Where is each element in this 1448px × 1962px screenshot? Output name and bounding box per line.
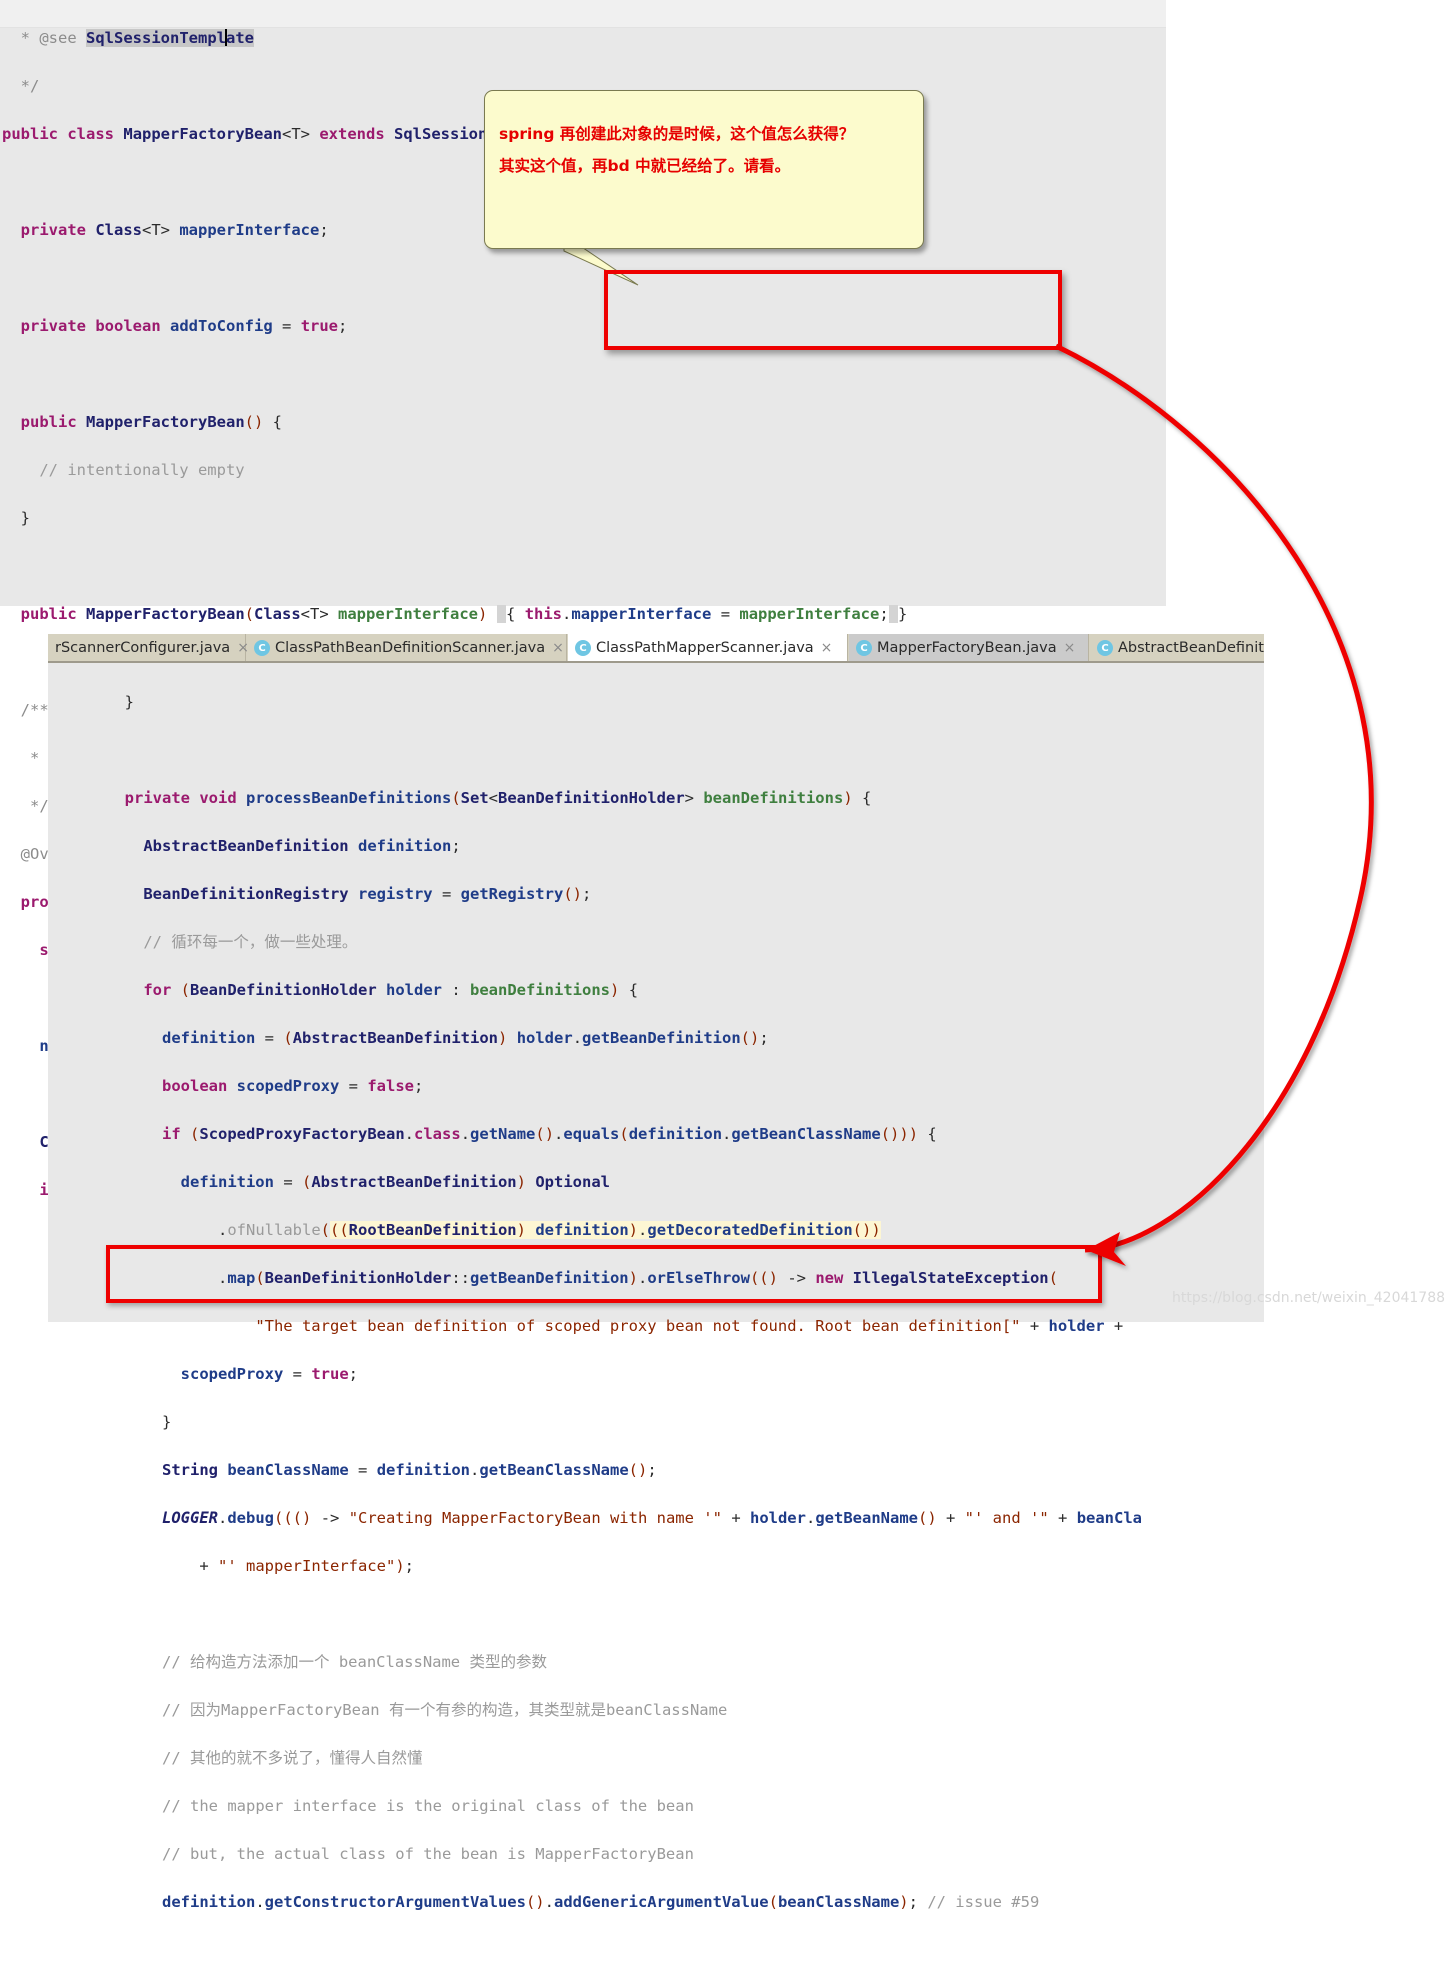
- code-line: AbstractBeanDefinition definition;: [143, 837, 461, 855]
- code-line: // 其他的就不多说了，懂得人自然懂: [162, 1749, 423, 1767]
- code-line: public MapperFactoryBean() {: [20, 413, 283, 431]
- tab-label: ClassPathMapperScanner.java: [596, 640, 814, 656]
- tab-close-icon[interactable]: ×: [552, 640, 564, 656]
- code-line: * @see SqlSessionTemplate: [2, 29, 254, 47]
- class-locked-icon: C: [1097, 640, 1113, 656]
- code-line: definition = (AbstractBeanDefinition) ho…: [162, 1029, 769, 1047]
- highlight-box-constructor: [604, 270, 1062, 350]
- tab-mapperfactorybean[interactable]: C MapperFactoryBean.java ×: [849, 634, 1089, 662]
- code-line: for (BeanDefinitionHolder holder : beanD…: [143, 981, 639, 999]
- code-line: String beanClassName = definition.getBea…: [162, 1461, 657, 1479]
- code-line: + "' mapperInterface");: [199, 1557, 414, 1575]
- code-line: boolean scopedProxy = false;: [162, 1077, 424, 1095]
- bottom-code-editor-panel[interactable]: rScannerConfigurer.java × C ClassPathBea…: [48, 634, 1264, 1911]
- code-line: definition.getConstructorArgumentValues(…: [162, 1893, 1040, 1911]
- code-line: }: [2, 509, 30, 527]
- tab-rscannerconfigurer[interactable]: rScannerConfigurer.java ×: [48, 634, 249, 662]
- code-line: scopedProxy = true;: [180, 1365, 358, 1383]
- class-locked-icon: C: [254, 640, 270, 656]
- code-line: LOGGER.debug((() -> "Creating MapperFact…: [162, 1509, 1143, 1527]
- code-line: // but, the actual class of the bean is …: [162, 1845, 694, 1863]
- tab-close-icon[interactable]: ×: [1064, 640, 1076, 656]
- code-line: private void processBeanDefinitions(Set<…: [124, 789, 872, 807]
- tab-classpathbeandefinitionscanner[interactable]: C ClassPathBeanDefinitionScanner.java ×: [247, 634, 567, 662]
- code-line: .ofNullable(((RootBeanDefinition) defini…: [217, 1221, 881, 1239]
- callout-line-2: 其实这个值，再bd 中就已经给了。请看。: [499, 157, 791, 175]
- tab-label: AbstractBeanDefiniti: [1118, 640, 1264, 656]
- class-icon: C: [575, 640, 591, 656]
- code-line: // the mapper interface is the original …: [162, 1797, 694, 1815]
- callout-line-1: spring 再创建此对象的是时候，这个值怎么获得？: [499, 125, 855, 143]
- annotation-speech-bubble: spring 再创建此对象的是时候，这个值怎么获得？ 其实这个值，再bd 中就已…: [484, 90, 924, 249]
- editor-gutter[interactable]: [48, 663, 76, 1322]
- tab-label: ClassPathBeanDefinitionScanner.java: [275, 640, 546, 656]
- highlight-box-constructor-arg: [106, 1245, 1102, 1303]
- bottom-editor-code[interactable]: } private void processBeanDefinitions(Se…: [76, 666, 1326, 1962]
- code-line: }: [78, 693, 134, 711]
- code-line: if (ScopedProxyFactoryBean.class.getName…: [162, 1125, 937, 1143]
- code-line: }: [162, 1413, 172, 1431]
- tab-abstractbeandefinition[interactable]: C AbstractBeanDefiniti: [1090, 634, 1264, 662]
- text-caret: [224, 29, 227, 46]
- tab-classpathmapperscanner[interactable]: C ClassPathMapperScanner.java ×: [568, 634, 848, 662]
- tab-label: rScannerConfigurer.java: [55, 640, 231, 656]
- code-line: "The target bean definition of scoped pr…: [255, 1317, 1124, 1335]
- watermark: https://blog.csdn.net/weixin_42041788: [1172, 1290, 1446, 1306]
- class-icon: C: [856, 640, 872, 656]
- selected-token: SqlSessionTemplate: [86, 29, 254, 47]
- code-line: // 给构造方法添加一个 beanClassName 类型的参数: [162, 1653, 547, 1671]
- code-line: definition = (AbstractBeanDefinition) Op…: [180, 1173, 610, 1191]
- usage-highlight: ((RootBeanDefinition) definition).getDec…: [330, 1221, 881, 1239]
- tab-close-icon[interactable]: ×: [821, 640, 833, 656]
- code-line: public MapperFactoryBean(Class<T> mapper…: [20, 605, 908, 623]
- code-line: // intentionally empty: [39, 461, 245, 479]
- editor-tab-bar[interactable]: rScannerConfigurer.java × C ClassPathBea…: [48, 634, 1264, 662]
- tab-bar-underline: [48, 661, 1264, 663]
- code-line: // 因为MapperFactoryBean 有一个有参的构造，其类型就是bea…: [162, 1701, 728, 1719]
- tab-label: MapperFactoryBean.java: [877, 640, 1057, 656]
- code-line: // 循环每一个，做一些处理。: [143, 933, 358, 951]
- callout-text: spring 再创建此对象的是时候，这个值怎么获得？ 其实这个值，再bd 中就已…: [499, 123, 907, 178]
- code-line: BeanDefinitionRegistry registry = getReg…: [143, 885, 592, 903]
